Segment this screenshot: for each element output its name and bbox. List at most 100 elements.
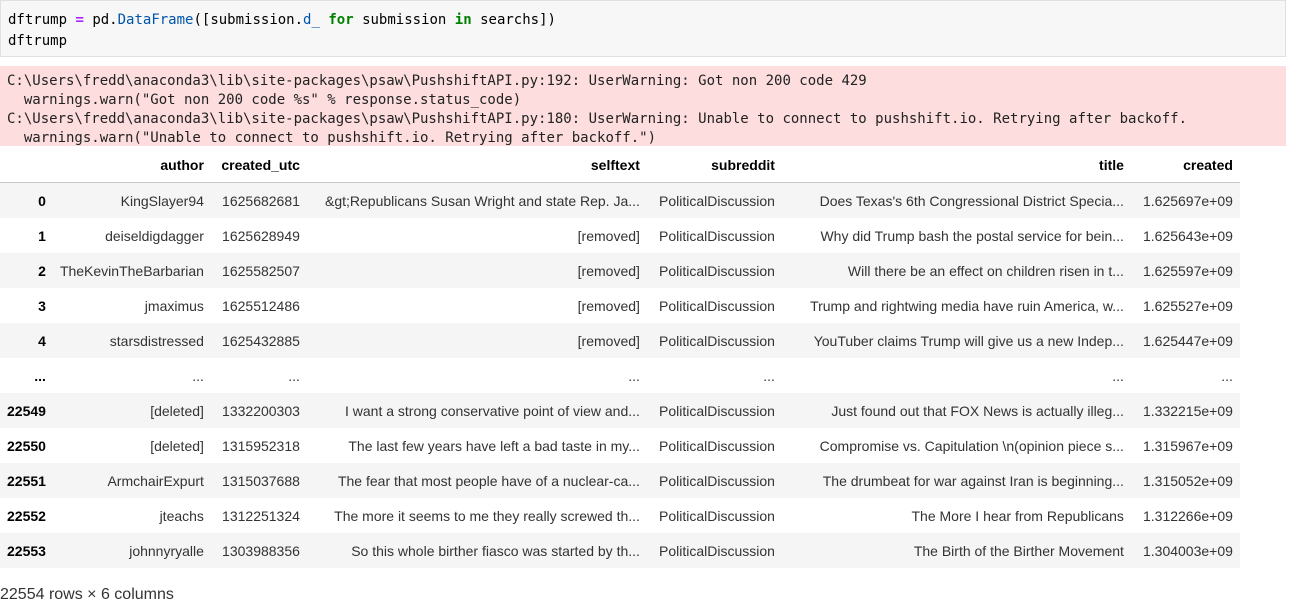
row-index: ... [34, 367, 46, 384]
cell-title: Trump and rightwing media have ruin Amer… [810, 297, 1124, 314]
cell-title: ... [1112, 367, 1124, 384]
column-header-created: created [1130, 147, 1240, 183]
cell-author: deiseldigdagger [105, 227, 204, 244]
stderr-line: C:\Users\fredd\anaconda3\lib\site-packag… [7, 73, 867, 89]
cell-created: 1.315052e+09 [1142, 472, 1233, 489]
cell-title: Will there be an effect on children rise… [847, 262, 1124, 279]
cell-title: The Birth of the Birther Movement [913, 542, 1124, 559]
row-index: 22549 [7, 402, 46, 419]
cell-created-utc: 1625512486 [222, 297, 300, 314]
index-header [0, 147, 53, 183]
cell-selftext: So this whole birther fiasco was started… [351, 542, 640, 559]
cell-created: 1.312266e+09 [1142, 507, 1233, 524]
code-token: = [67, 12, 93, 28]
cell-author: starsdistressed [109, 332, 204, 349]
cell-author: ArmchairExpurt [107, 472, 204, 489]
cell-selftext: &gt;Republicans Susan Wright and state R… [325, 192, 640, 209]
row-index: 22552 [7, 507, 46, 524]
cell-author: TheKevinTheBarbarian [59, 262, 204, 279]
table-row: 22550 [deleted] 1315952318 The last few yea… [0, 428, 1240, 463]
table-header: author created_utc selftext subreddit ti… [0, 147, 1240, 183]
column-header-subreddit: subreddit [646, 147, 782, 183]
code-token: d_ [303, 12, 320, 28]
cell-subreddit: PoliticalDiscussion [658, 472, 775, 489]
code-token: DataFrame [117, 12, 194, 28]
table-row: 22553 johnnyryalle 1303988356 So this whole… [0, 533, 1240, 568]
cell-created: 1.332215e+09 [1142, 402, 1233, 419]
cell-author: [deleted] [150, 437, 204, 454]
cell-created-utc: ... [288, 367, 300, 384]
cell-selftext: The more it seems to me they really scre… [334, 507, 640, 524]
column-header-author: author [52, 147, 211, 183]
table-row: ..................... [0, 358, 1240, 393]
cell-selftext: [removed] [577, 297, 640, 314]
cell-created-utc: 1625432885 [222, 332, 300, 349]
cell-subreddit: PoliticalDiscussion [658, 297, 775, 314]
cell-created: 1.315967e+09 [1142, 437, 1233, 454]
code-token: ([submission. [193, 12, 304, 28]
stderr-line: C:\Users\fredd\anaconda3\lib\site-packag… [7, 111, 1188, 127]
row-index: 2 [38, 262, 46, 279]
cell-created: 1.625697e+09 [1142, 192, 1233, 209]
cell-title: YouTuber claims Trump will give us a new… [813, 332, 1124, 349]
cell-author: jteachs [159, 507, 204, 524]
cell-created: 1.625643e+09 [1142, 227, 1233, 244]
stderr-line: warnings.warn("Got non 200 code %s" % re… [7, 92, 522, 108]
cell-created: ... [1221, 367, 1233, 384]
table-row: 0 KingSlayer94 1625682681 &gt;Republicans S… [0, 182, 1240, 218]
cell-created: 1.625597e+09 [1142, 262, 1233, 279]
row-index: 0 [38, 192, 46, 209]
table-row: 3 jmaximus 1625512486 [removed] PoliticalDis… [0, 288, 1240, 323]
cell-created-utc: 1312251324 [222, 507, 300, 524]
column-header-selftext: selftext [306, 147, 647, 183]
code-token: searchs]) [471, 12, 556, 28]
cell-selftext: [removed] [577, 227, 640, 244]
cell-created-utc: 1315952318 [222, 437, 300, 454]
code-token: dftrump [8, 12, 68, 28]
cell-created-utc: 1625582507 [222, 262, 300, 279]
cell-created: 1.625527e+09 [1142, 297, 1233, 314]
code-token: for [328, 12, 354, 28]
cell-subreddit: PoliticalDiscussion [658, 192, 775, 209]
cell-selftext: I want a strong conservative point of vi… [344, 402, 640, 419]
row-index: 1 [38, 227, 46, 244]
cell-selftext: ... [628, 367, 640, 384]
table-body: 0 KingSlayer94 1625682681 &gt;Republicans S… [0, 182, 1240, 568]
cell-subreddit: PoliticalDiscussion [658, 402, 775, 419]
cell-created: 1.625447e+09 [1142, 332, 1233, 349]
table-row: 2 TheKevinTheBarbarian 1625582507 [removed]… [0, 253, 1240, 288]
cell-selftext: [removed] [577, 332, 640, 349]
cell-author: jmaximus [144, 297, 204, 314]
cell-title: Does Texas's 6th Congressional District … [819, 192, 1124, 209]
row-index: 3 [38, 297, 46, 314]
table-row: 22551 ArmchairExpurt 1315037688 The fear th… [0, 463, 1240, 498]
cell-subreddit: PoliticalDiscussion [658, 332, 775, 349]
cell-created-utc: 1625628949 [222, 227, 300, 244]
row-index: 22551 [7, 472, 46, 489]
stderr-output: C:\Users\fredd\anaconda3\lib\site-packag… [0, 66, 1286, 146]
code-token: submission [353, 12, 455, 28]
dataframe-shape-label: 22554 rows × 6 columns [0, 586, 174, 603]
stderr-line: warnings.warn("Unable to connect to push… [7, 130, 657, 146]
cell-author: KingSlayer94 [120, 192, 204, 209]
cell-subreddit: PoliticalDiscussion [658, 227, 775, 244]
cell-subreddit: PoliticalDiscussion [658, 507, 775, 524]
column-header-created-utc: created_utc [210, 147, 307, 183]
row-index: 4 [38, 332, 46, 349]
table-row: 4 starsdistressed 1625432885 [removed] Polit… [0, 323, 1240, 358]
code-line-1: dftrump = pd.DataFrame([submission.d_ fo… [8, 12, 556, 28]
code-cell-input[interactable]: dftrump = pd.DataFrame([submission.d_ fo… [0, 0, 1286, 57]
cell-author: ... [192, 367, 204, 384]
code-token: pd. [92, 12, 118, 28]
cell-title: Compromise vs. Capitulation \n(opinion p… [819, 437, 1124, 454]
cell-author: [deleted] [150, 402, 204, 419]
cell-title: The drumbeat for war against Iran is beg… [822, 472, 1124, 489]
cell-selftext: The last few years have left a bad taste… [348, 437, 640, 454]
row-index: 22553 [7, 542, 46, 559]
table-row: 22549 [deleted] 1332200303 I want a strong … [0, 393, 1240, 428]
cell-selftext: [removed] [577, 262, 640, 279]
cell-created-utc: 1332200303 [222, 402, 300, 419]
table-row: 1 deiseldigdagger 1625628949 [removed] Polit… [0, 218, 1240, 253]
column-header-title: title [781, 147, 1131, 183]
table-row: 22552 jteachs 1312251324 The more it seems … [0, 498, 1240, 533]
